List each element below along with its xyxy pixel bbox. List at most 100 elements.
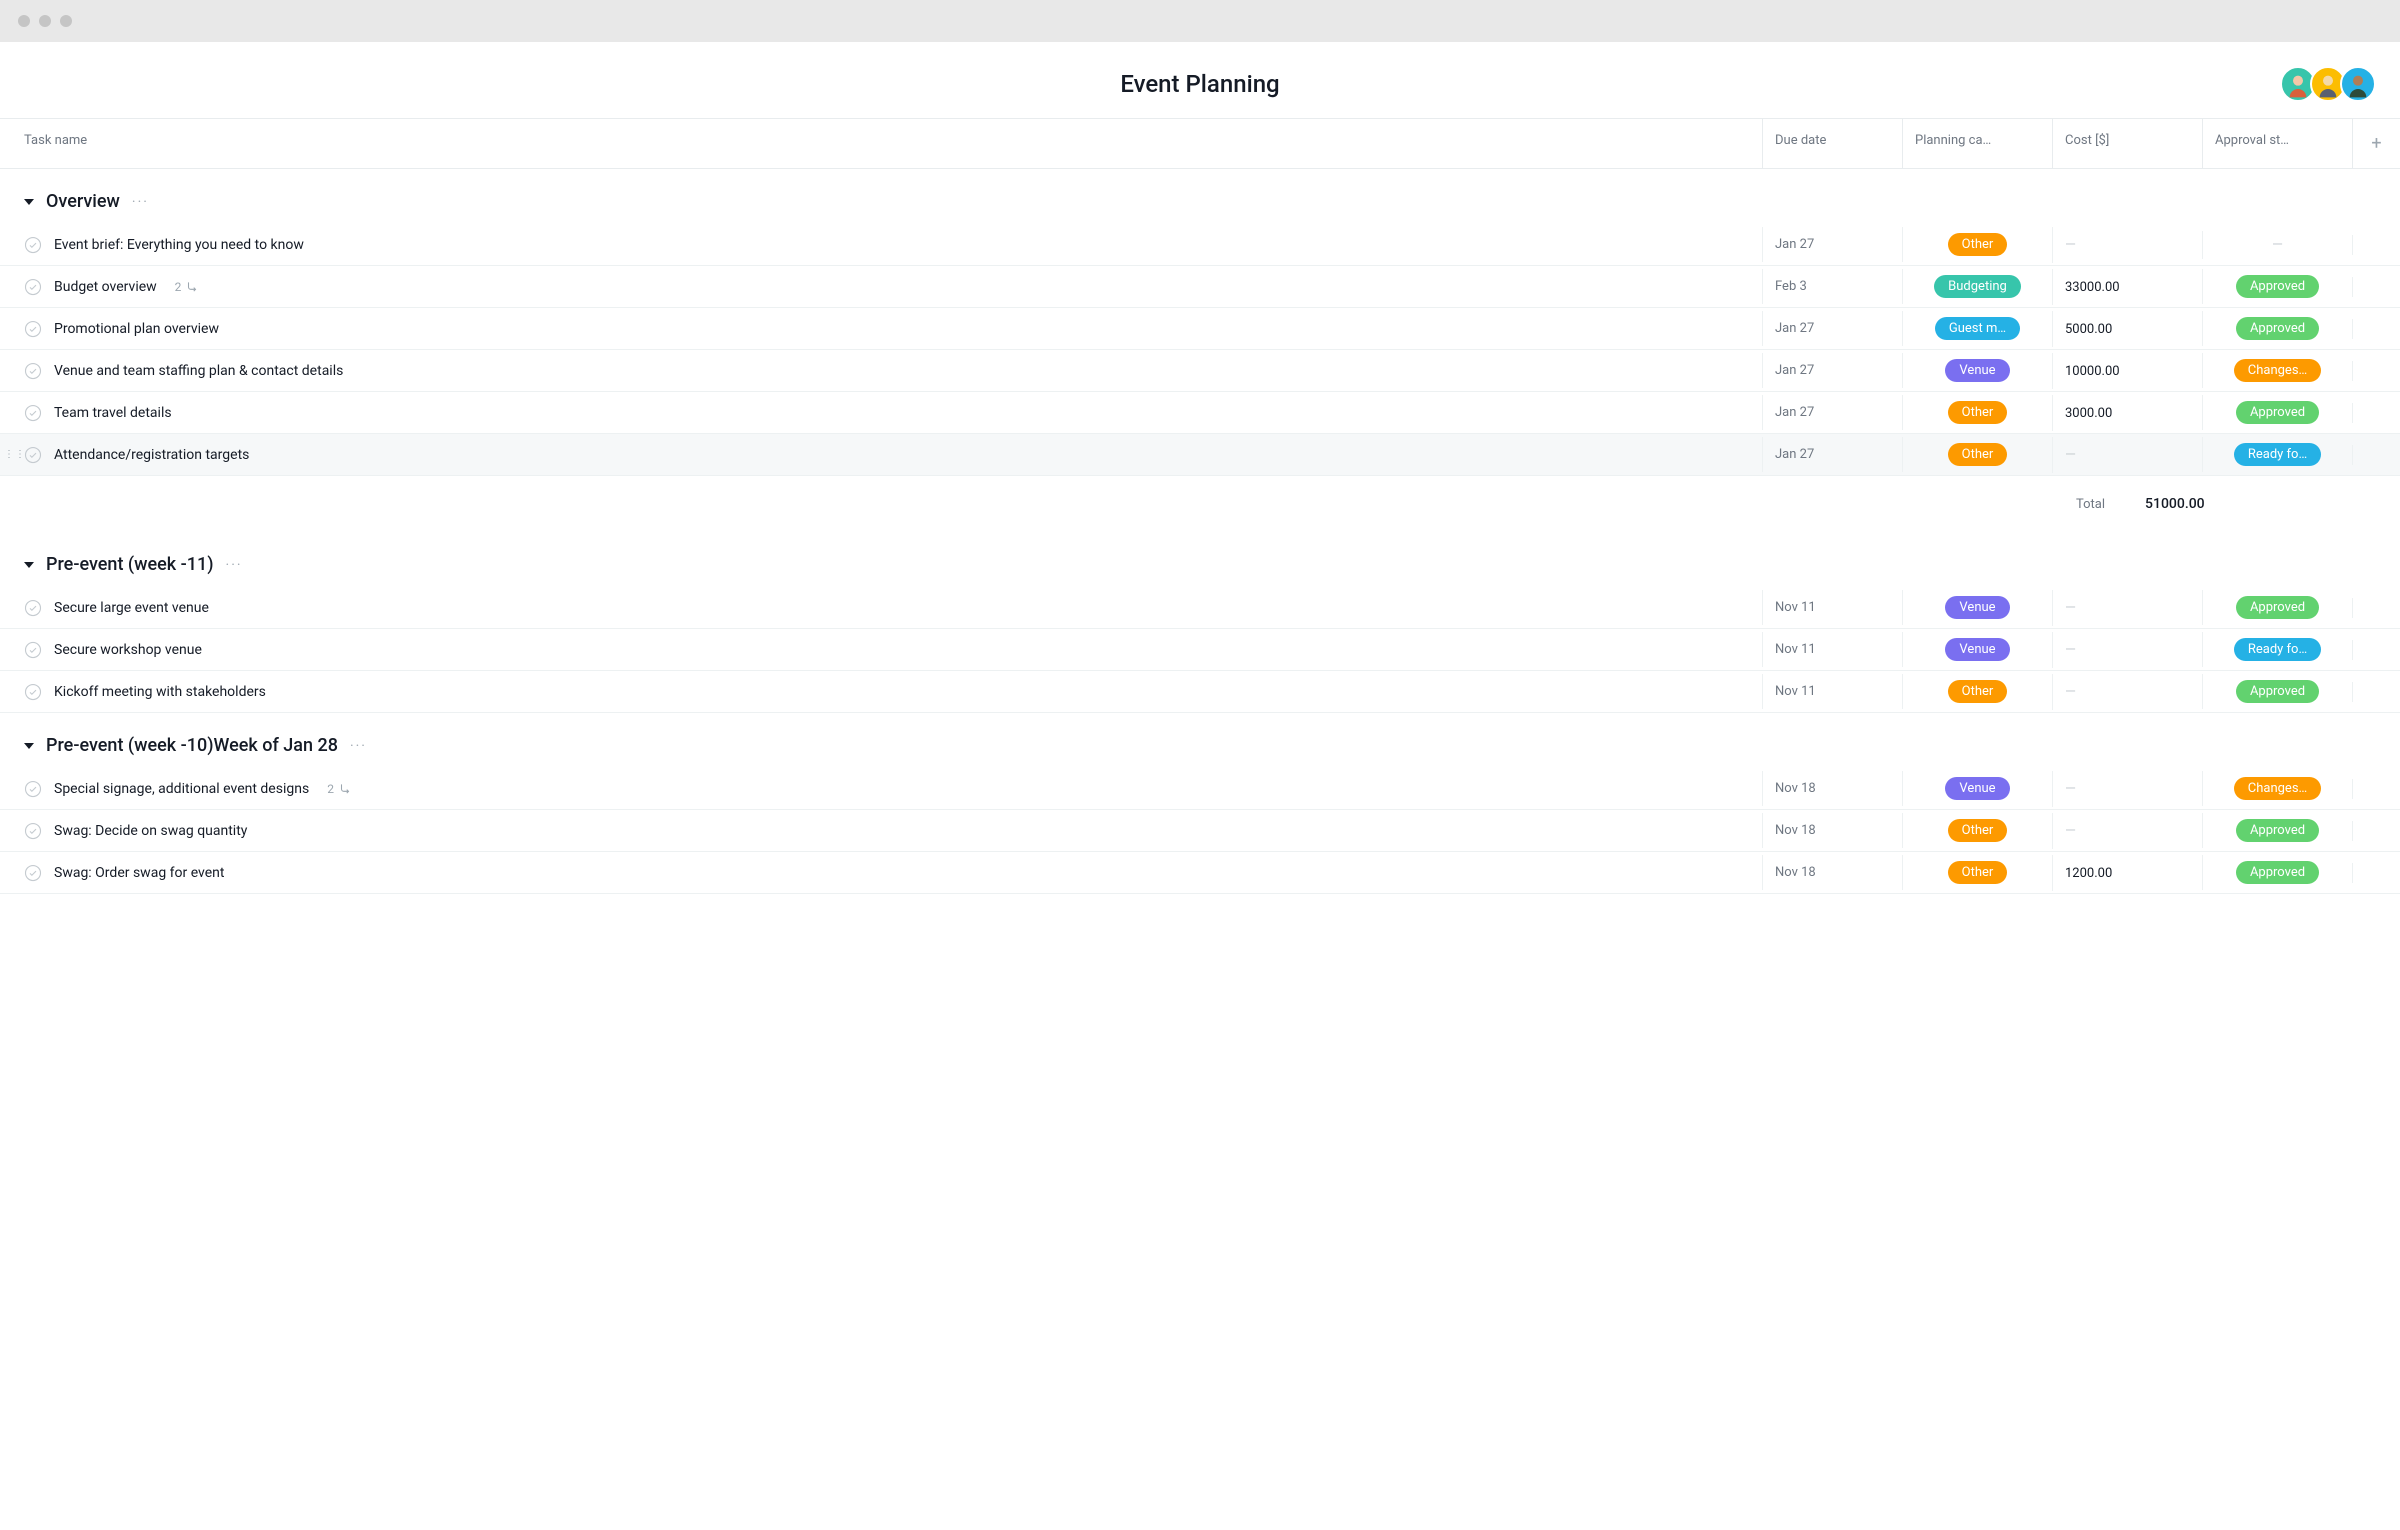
cost-cell[interactable]: 5000.00 — [2052, 311, 2202, 347]
category-pill[interactable]: Venue — [1945, 777, 2009, 800]
cost-cell[interactable]: — — [2052, 437, 2202, 473]
category-cell[interactable]: Guest m… — [1902, 311, 2052, 346]
task-row[interactable]: Swag: Decide on swag quantityNov 18 Other… — [0, 810, 2400, 852]
column-planning-category[interactable]: Planning ca… — [1902, 119, 2052, 168]
cost-cell[interactable]: 1200.00 — [2052, 855, 2202, 891]
task-row[interactable]: Special signage, additional event design… — [0, 768, 2400, 810]
category-pill[interactable]: Other — [1948, 443, 2008, 466]
approval-pill[interactable]: Approved — [2236, 275, 2319, 298]
task-row[interactable]: Secure workshop venueNov 11Venue—Ready f… — [0, 629, 2400, 671]
complete-checkbox-icon[interactable] — [24, 446, 42, 464]
task-name-cell[interactable]: Secure workshop venue — [0, 633, 1762, 667]
task-row[interactable]: Secure large event venueNov 11Venue—Appr… — [0, 587, 2400, 629]
task-name-cell[interactable]: Venue and team staffing plan & contact d… — [0, 354, 1762, 388]
chevron-down-icon[interactable] — [24, 743, 34, 749]
approval-cell[interactable]: Approved — [2202, 395, 2352, 430]
section-actions-icon[interactable]: ··· — [350, 738, 367, 754]
category-cell[interactable]: Venue — [1902, 353, 2052, 388]
due-date-cell[interactable]: Nov 18 — [1762, 855, 1902, 890]
category-cell[interactable]: Venue — [1902, 590, 2052, 625]
category-cell[interactable]: Other — [1902, 813, 2052, 848]
section-actions-icon[interactable]: ··· — [132, 194, 149, 210]
task-name-cell[interactable]: Swag: Decide on swag quantity — [0, 814, 1762, 848]
category-pill[interactable]: Guest m… — [1935, 317, 2020, 340]
approval-cell[interactable]: Approved — [2202, 813, 2352, 848]
category-pill[interactable]: Other — [1948, 819, 2008, 842]
category-cell[interactable]: Budgeting — [1902, 269, 2052, 304]
cost-cell[interactable]: — — [2052, 227, 2202, 263]
category-pill[interactable]: Venue — [1945, 359, 2009, 382]
approval-pill[interactable]: Approved — [2236, 861, 2319, 884]
task-name-cell[interactable]: Attendance/registration targets — [0, 438, 1762, 472]
cost-cell[interactable]: — — [2052, 771, 2202, 807]
task-row[interactable]: Event brief: Everything you need to know… — [0, 224, 2400, 266]
window-minimize-icon[interactable] — [39, 15, 51, 27]
due-date-cell[interactable]: Nov 11 — [1762, 590, 1902, 625]
approval-cell[interactable]: Ready fo… — [2202, 632, 2352, 667]
section-actions-icon[interactable]: ··· — [226, 557, 243, 573]
category-cell[interactable]: Other — [1902, 674, 2052, 709]
section-header[interactable]: Overview··· — [0, 169, 2400, 224]
section-header[interactable]: Pre-event (week -11)··· — [0, 532, 2400, 587]
category-pill[interactable]: Venue — [1945, 596, 2009, 619]
approval-cell[interactable]: Changes… — [2202, 353, 2352, 388]
drag-handle-icon[interactable]: ⋮⋮ — [4, 452, 26, 458]
complete-checkbox-icon[interactable] — [24, 864, 42, 882]
task-name-cell[interactable]: Event brief: Everything you need to know — [0, 228, 1762, 262]
category-cell[interactable]: Other — [1902, 395, 2052, 430]
approval-cell[interactable]: Ready fo… — [2202, 437, 2352, 472]
column-due-date[interactable]: Due date — [1762, 119, 1902, 168]
due-date-cell[interactable]: Nov 18 — [1762, 771, 1902, 806]
due-date-cell[interactable]: Nov 18 — [1762, 813, 1902, 848]
due-date-cell[interactable]: Feb 3 — [1762, 269, 1902, 304]
due-date-cell[interactable]: Jan 27 — [1762, 437, 1902, 472]
due-date-cell[interactable]: Jan 27 — [1762, 395, 1902, 430]
category-cell[interactable]: Venue — [1902, 771, 2052, 806]
task-row[interactable]: Venue and team staffing plan & contact d… — [0, 350, 2400, 392]
complete-checkbox-icon[interactable] — [24, 362, 42, 380]
column-task-name[interactable]: Task name — [0, 119, 1762, 168]
approval-cell[interactable]: Approved — [2202, 590, 2352, 625]
task-name-cell[interactable]: Secure large event venue — [0, 591, 1762, 625]
category-pill[interactable]: Venue — [1945, 638, 2009, 661]
task-row[interactable]: Swag: Order swag for eventNov 18 Other 120… — [0, 852, 2400, 894]
due-date-cell[interactable]: Jan 27 — [1762, 227, 1902, 262]
category-cell[interactable]: Other — [1902, 227, 2052, 262]
approval-cell[interactable]: Changes… — [2202, 771, 2352, 806]
chevron-down-icon[interactable] — [24, 199, 34, 205]
cost-cell[interactable]: 10000.00 — [2052, 353, 2202, 389]
category-cell[interactable]: Venue — [1902, 632, 2052, 667]
complete-checkbox-icon[interactable] — [24, 780, 42, 798]
category-pill[interactable]: Other — [1948, 861, 2008, 884]
task-name-cell[interactable]: Budget overview2 — [0, 270, 1762, 304]
due-date-cell[interactable]: Jan 27 — [1762, 353, 1902, 388]
complete-checkbox-icon[interactable] — [24, 236, 42, 254]
category-pill[interactable]: Other — [1948, 401, 2008, 424]
task-row[interactable]: ⋮⋮Attendance/registration targetsJan 27 O… — [0, 434, 2400, 476]
add-column-button[interactable]: + — [2352, 119, 2400, 168]
task-row[interactable]: Kickoff meeting with stakeholdersNov 11O… — [0, 671, 2400, 713]
complete-checkbox-icon[interactable] — [24, 320, 42, 338]
complete-checkbox-icon[interactable] — [24, 683, 42, 701]
task-name-cell[interactable]: Team travel details — [0, 396, 1762, 430]
cost-cell[interactable]: 3000.00 — [2052, 395, 2202, 431]
category-cell[interactable]: Other — [1902, 437, 2052, 472]
approval-pill[interactable]: Approved — [2236, 680, 2319, 703]
due-date-cell[interactable]: Jan 27 — [1762, 311, 1902, 346]
category-cell[interactable]: Other — [1902, 855, 2052, 890]
complete-checkbox-icon[interactable] — [24, 599, 42, 617]
approval-cell[interactable]: — — [2202, 231, 2352, 259]
approval-cell[interactable]: Approved — [2202, 674, 2352, 709]
cost-cell[interactable]: 33000.00 — [2052, 269, 2202, 305]
cost-cell[interactable]: — — [2052, 674, 2202, 710]
column-cost[interactable]: Cost [$] — [2052, 119, 2202, 168]
complete-checkbox-icon[interactable] — [24, 404, 42, 422]
column-approval-status[interactable]: Approval st… — [2202, 119, 2352, 168]
approval-pill[interactable]: Approved — [2236, 401, 2319, 424]
window-close-icon[interactable] — [18, 15, 30, 27]
chevron-down-icon[interactable] — [24, 562, 34, 568]
category-pill[interactable]: Other — [1948, 680, 2008, 703]
approval-pill[interactable]: Approved — [2236, 596, 2319, 619]
approval-cell[interactable]: Approved — [2202, 269, 2352, 304]
task-name-cell[interactable]: Swag: Order swag for event — [0, 856, 1762, 890]
